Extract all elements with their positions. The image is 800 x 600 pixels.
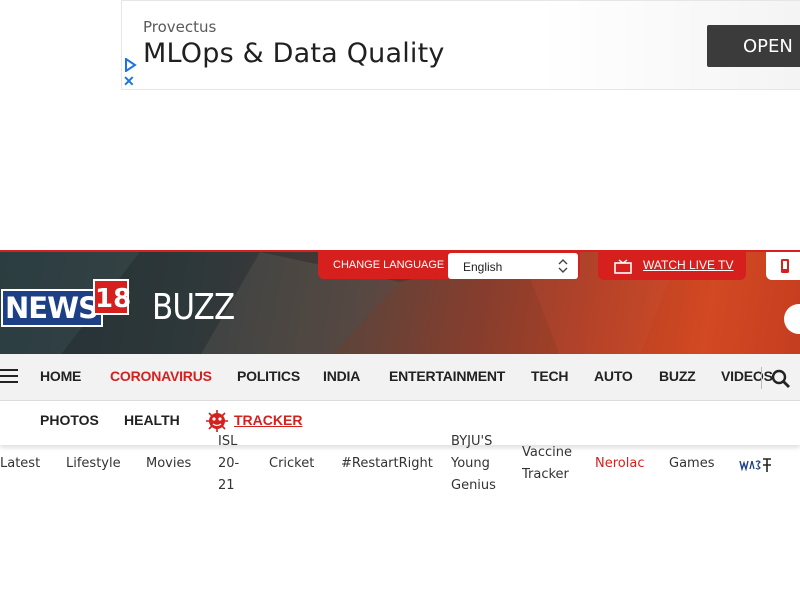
- sublink-byjus-young-genius[interactable]: BYJU'S Young Genius: [451, 431, 511, 497]
- nav-item-auto[interactable]: AUTO: [594, 368, 633, 384]
- primary-nav: HOME CORONAVIRUS POLITICS INDIA ENTERTAI…: [0, 354, 800, 401]
- sublink-restartright[interactable]: #RestartRight: [341, 453, 433, 475]
- watch-live-tv-button[interactable]: WATCH LIVE TV: [598, 252, 746, 280]
- sponsor-logo-icon[interactable]: [739, 456, 773, 474]
- virus-icon: [206, 410, 228, 432]
- sublink-nerolac[interactable]: Nerolac: [595, 453, 644, 475]
- mobile-app-button[interactable]: [766, 252, 800, 280]
- sublink-cricket[interactable]: Cricket: [269, 453, 314, 475]
- language-select[interactable]: English: [448, 253, 578, 279]
- watch-live-tv-label: WATCH LIVE TV: [643, 258, 734, 272]
- secondary-nav: PHOTOS HEALTH TRACKER: [0, 401, 800, 445]
- language-selected-value: English: [463, 260, 503, 274]
- nav-item-tech[interactable]: TECH: [531, 368, 569, 384]
- select-arrows-icon: [558, 259, 568, 273]
- nav-search-button[interactable]: [761, 367, 791, 389]
- news18-logo[interactable]: NEWS 18: [1, 279, 131, 327]
- ad-close-icon[interactable]: ✕: [123, 73, 135, 90]
- sublink-lifestyle[interactable]: Lifestyle: [66, 453, 121, 475]
- nav-item-home[interactable]: HOME: [40, 368, 81, 384]
- ad-open-button[interactable]: OPEN: [707, 25, 800, 67]
- nav-item-buzz[interactable]: BUZZ: [659, 368, 696, 384]
- mobile-icon: [781, 259, 789, 273]
- search-icon: [771, 369, 790, 388]
- ad-banner[interactable]: Provectus MLOps & Data Quality OPEN: [121, 0, 800, 90]
- ad-headline[interactable]: MLOps & Data Quality: [143, 38, 445, 69]
- section-title: BUZZ: [152, 287, 235, 328]
- nav-item-india[interactable]: INDIA: [323, 368, 360, 384]
- change-language-label: CHANGE LANGUAGE: [333, 259, 445, 271]
- tracker-label: TRACKER: [234, 412, 303, 428]
- language-switcher: CHANGE LANGUAGE English: [318, 252, 580, 279]
- menu-icon[interactable]: [0, 369, 18, 385]
- nav-item-politics[interactable]: POLITICS: [237, 368, 300, 384]
- nav-item-coronavirus[interactable]: CORONAVIRUS: [110, 368, 212, 384]
- site-header: NEWS 18 BUZZ CHANGE LANGUAGE English WAT…: [0, 250, 800, 354]
- nav-item-entertainment[interactable]: ENTERTAINMENT: [389, 368, 505, 384]
- sublink-games[interactable]: Games: [669, 453, 714, 475]
- ad-choices-icon[interactable]: [123, 58, 137, 72]
- sublink-latest[interactable]: Latest: [0, 453, 40, 475]
- nav-item-health[interactable]: HEALTH: [124, 412, 180, 428]
- nav-item-photos[interactable]: PHOTOS: [40, 412, 99, 428]
- logo-news-text: NEWS: [1, 289, 103, 327]
- sublink-isl[interactable]: ISL 20- 21: [218, 431, 248, 497]
- ad-advertiser: Provectus: [143, 18, 217, 36]
- tv-icon: [614, 259, 632, 274]
- sublink-vaccine-tracker[interactable]: Vaccine Tracker: [522, 442, 582, 486]
- logo-18-badge: 18: [93, 279, 131, 315]
- sublink-movies[interactable]: Movies: [146, 453, 191, 475]
